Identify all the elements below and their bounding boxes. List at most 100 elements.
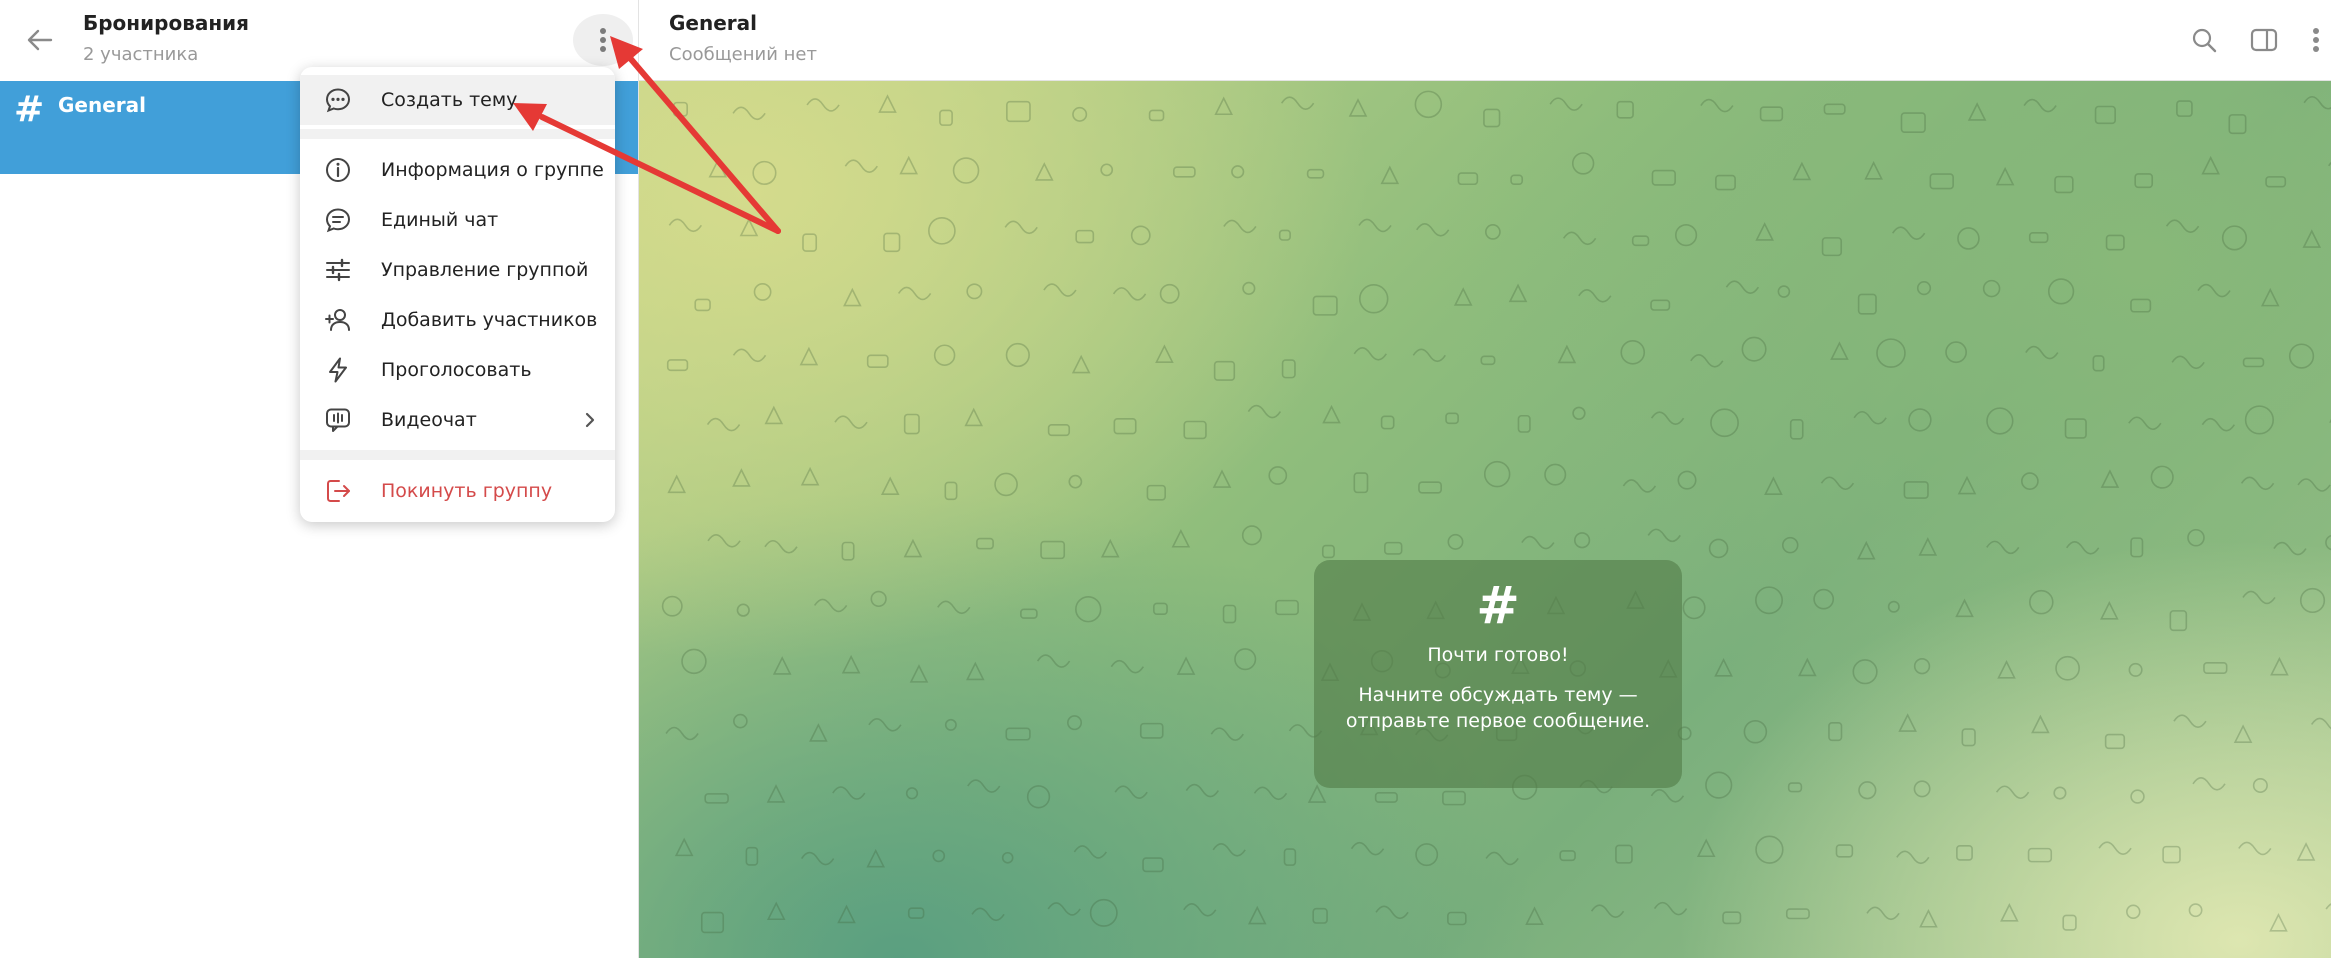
doodle-shape [1281, 359, 1296, 379]
doodle-shape [1183, 903, 1217, 917]
doodle-shape [2104, 733, 2126, 750]
menu-item-vote[interactable]: Проголосовать [300, 345, 615, 395]
doodle-shape [1891, 226, 1926, 240]
doodle-shape [1690, 353, 1724, 368]
doodle-shape [1864, 161, 1883, 180]
doodle-shape [870, 590, 887, 608]
doodle-shape [1035, 162, 1054, 181]
doodle-shape [868, 718, 902, 732]
doodle-shape [866, 848, 886, 868]
doodle-shape [1075, 229, 1095, 244]
doodle-shape [1350, 841, 1385, 856]
chat-more-button[interactable] [2301, 20, 2331, 60]
menu-item-unified-chat[interactable]: Единый чат [300, 195, 615, 245]
doodle-shape [971, 907, 1005, 922]
doodle-shape [674, 837, 694, 857]
doodle-shape [1830, 341, 1849, 360]
doodle-shape [2165, 219, 2200, 234]
doodle-shape [1253, 786, 1288, 801]
doodle-shape [1821, 237, 1843, 257]
sidebar-toggle-button[interactable] [2244, 20, 2284, 60]
doodle-shape [844, 159, 878, 174]
menu-item-group-info[interactable]: Информация о группе [300, 145, 615, 195]
doodle-shape [802, 233, 818, 252]
more-options-button[interactable] [573, 14, 633, 66]
doodle-shape [1919, 908, 1938, 928]
doodle-shape [1148, 109, 1165, 122]
doodle-shape [1887, 600, 1900, 613]
doodle-shape [2029, 589, 2054, 615]
doodle-shape [704, 793, 729, 804]
doodle-shape [1918, 537, 1938, 556]
sliders-icon [324, 256, 352, 284]
doodle-shape [2269, 913, 2288, 932]
doodle-shape [1743, 719, 1768, 744]
doodle-shape [2228, 114, 2247, 135]
doodle-shape [2053, 786, 2067, 800]
leave-icon [324, 477, 352, 505]
doodle-shape [2197, 283, 2231, 298]
doodle-shape [1442, 790, 1466, 806]
doodle-shape [1047, 902, 1081, 916]
menu-item-video-chat[interactable]: Видеочат [300, 395, 615, 445]
hash-icon: # [14, 89, 45, 130]
doodle-shape [1715, 174, 1736, 191]
doodle-shape [1916, 281, 1932, 296]
doodle-shape [1722, 911, 1742, 925]
doodle-shape [2288, 343, 2315, 369]
doodle-shape [672, 101, 688, 117]
menu-item-manage-group[interactable]: Управление группой [300, 245, 615, 295]
menu-item-label: Покинуть группу [381, 480, 553, 502]
group-title[interactable]: Бронирования [83, 11, 249, 35]
doodle-shape [806, 98, 840, 112]
menu-item-add-members[interactable]: Добавить участников [300, 295, 615, 345]
doodle-shape [1483, 460, 1511, 488]
menu-item-label: Создать тему [381, 89, 518, 111]
doodle-shape [1447, 911, 1467, 926]
add-user-icon [324, 306, 352, 334]
doodle-shape [2028, 231, 2049, 244]
doodle-shape [928, 216, 956, 245]
doodle-shape [764, 539, 798, 554]
doodle-shape [1741, 336, 1767, 362]
doodle-shape [1653, 901, 1688, 916]
menu-item-leave-group[interactable]: Покинуть группу [300, 466, 615, 516]
doodle-shape [667, 474, 686, 494]
doodle-shape [2252, 777, 2268, 794]
back-button[interactable] [20, 20, 60, 60]
doodle-shape [843, 287, 862, 307]
doodle-shape [2192, 777, 2226, 791]
doodle-shape [2130, 789, 2145, 804]
doodle-shape [1353, 347, 1387, 361]
doodle-shape [1241, 525, 1262, 546]
video-chat-icon [324, 406, 352, 434]
chat-panel: General Сообщений нет # Почти готово! На… [639, 0, 2331, 958]
doodle-shape [1268, 466, 1288, 485]
doodle-shape [1557, 344, 1577, 364]
doodle-shape [878, 94, 897, 113]
search-button[interactable] [2184, 20, 2224, 60]
doodle-shape [1876, 338, 1906, 368]
doodle-shape [897, 286, 932, 301]
doodle-shape [1986, 540, 2020, 555]
doodle-shape [1986, 407, 2014, 435]
placeholder-text: Начните обсуждать тему — отправьте перво… [1345, 684, 1651, 732]
doodle-shape [1110, 659, 1145, 674]
doodle-shape [1572, 406, 1586, 420]
doodle-shape [1242, 281, 1256, 295]
doodle-shape [1562, 231, 1597, 246]
doodle-shape [1113, 418, 1137, 435]
menu-item-create-topic[interactable]: Создать тему [300, 75, 615, 125]
doodle-shape [1908, 408, 1932, 432]
doodle-shape [1159, 283, 1180, 304]
doodle-shape [2310, 717, 2331, 730]
doodle-shape [1682, 596, 1706, 620]
doodle-shape [1856, 540, 1876, 560]
doodle-shape [2242, 590, 2276, 605]
doodle-shape [1073, 845, 1108, 859]
doodle-shape [2233, 724, 2253, 743]
doodle-shape [2128, 662, 2143, 677]
doodle-shape [883, 232, 901, 253]
chat-title[interactable]: General [669, 11, 757, 35]
doodle-shape [1792, 161, 1812, 181]
